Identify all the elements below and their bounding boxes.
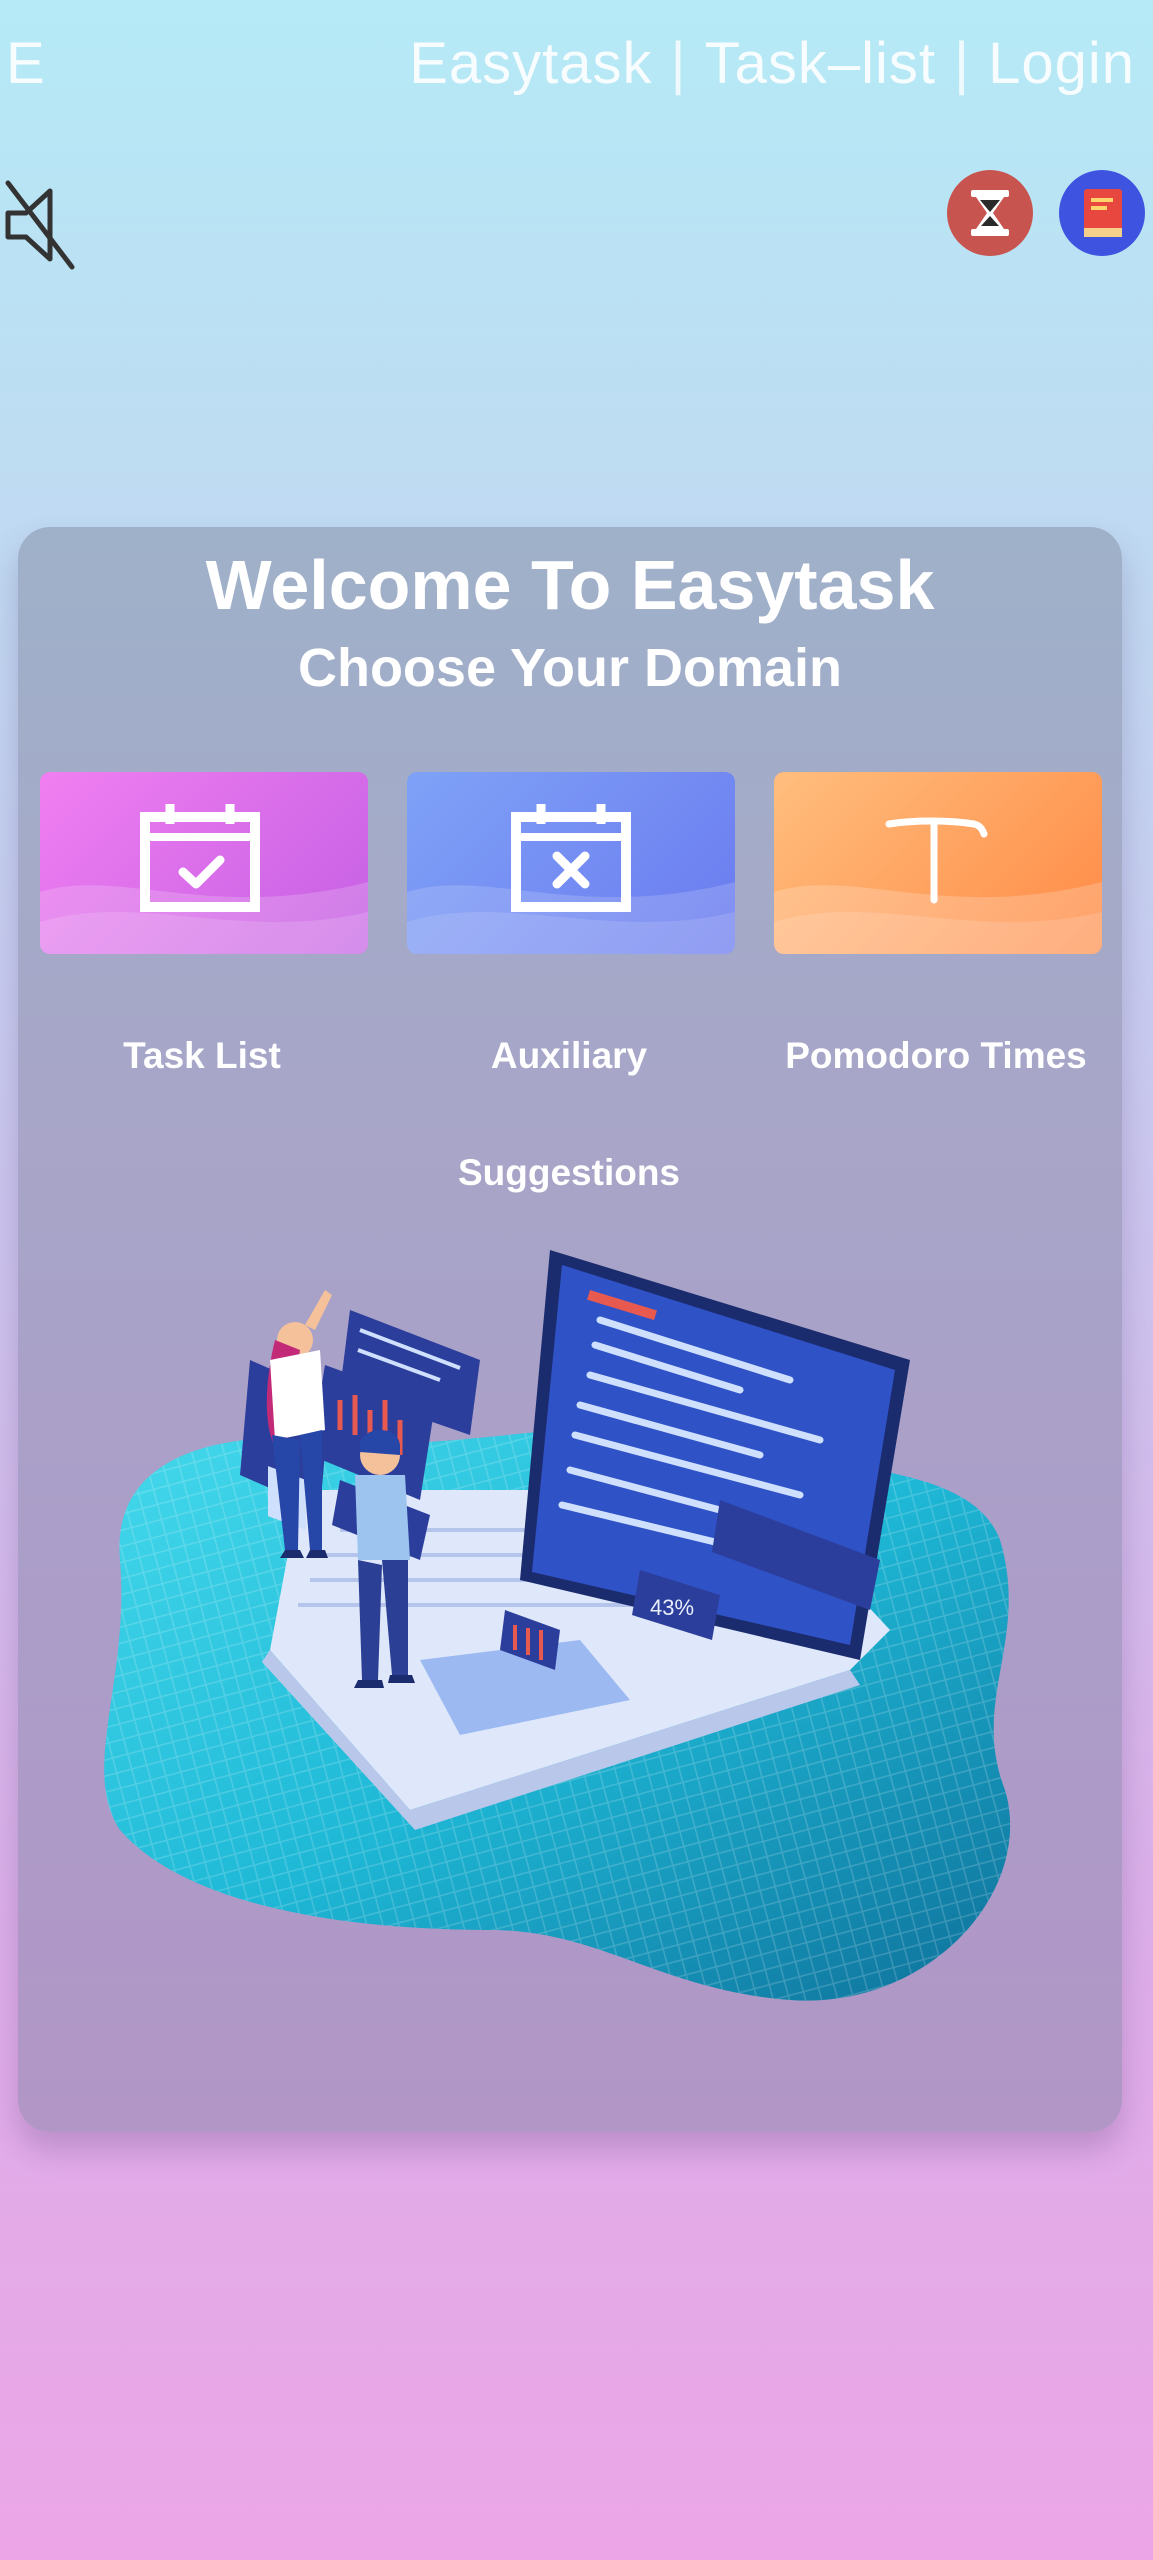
domain-label-pomodoro-times[interactable]: Pomodoro Times: [756, 1035, 1116, 1077]
brand-logo-letter[interactable]: E: [6, 30, 45, 97]
timer-button[interactable]: [947, 170, 1033, 256]
laptop-teamwork-illustration: 43%: [100, 1230, 1020, 2030]
book-icon: [1084, 189, 1122, 237]
nav-links: Easytask | Task–list | Login: [409, 30, 1135, 97]
domain-tile-task-list[interactable]: [40, 772, 368, 954]
mute-toggle-button[interactable]: [2, 175, 82, 275]
nav-link-task-list[interactable]: Task–list: [705, 31, 936, 96]
welcome-title: Welcome To Easytask: [205, 546, 935, 624]
domain-tile-pomodoro-times[interactable]: [774, 772, 1102, 954]
hourglass-icon: [971, 190, 1009, 236]
book-button[interactable]: [1059, 170, 1145, 256]
nav-link-login[interactable]: Login: [988, 31, 1135, 96]
t-letter-icon: [885, 817, 988, 904]
nav-separator: |: [954, 31, 971, 96]
nav-link-easytask[interactable]: Easytask: [409, 31, 652, 96]
calendar-x-icon: [511, 804, 631, 912]
domain-label-auxiliary[interactable]: Auxiliary: [389, 1035, 749, 1077]
top-navigation-bar: E Easytask | Task–list | Login: [0, 0, 1153, 140]
welcome-subtitle: Choose Your Domain: [297, 638, 843, 698]
speaker-muted-icon: [5, 180, 75, 270]
domain-tile-auxiliary-suggestions[interactable]: [407, 772, 735, 954]
nav-separator: |: [670, 31, 687, 96]
calendar-check-icon: [140, 804, 260, 912]
screen-badge-text: 43%: [650, 1595, 694, 1620]
domain-label-suggestions[interactable]: Suggestions: [389, 1152, 749, 1194]
domain-label-task-list[interactable]: Task List: [22, 1035, 382, 1077]
